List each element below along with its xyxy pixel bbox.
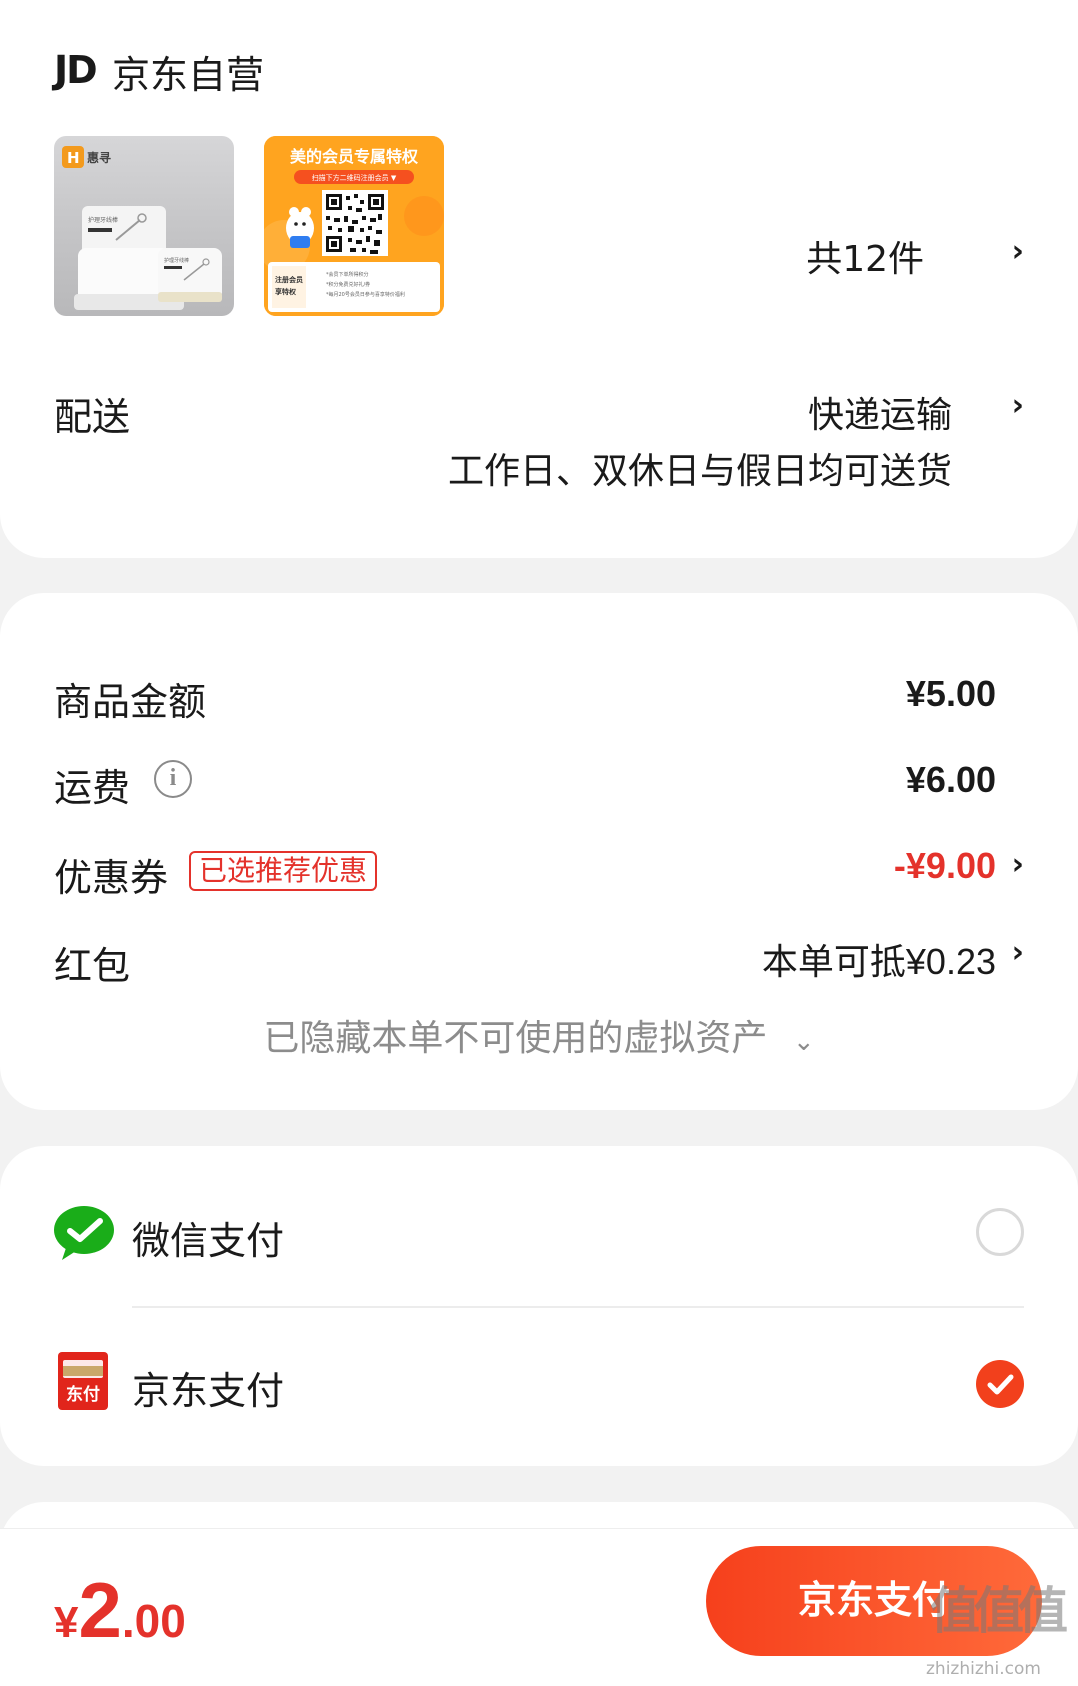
coupon-recommended-badge: 已选推荐优惠 — [189, 851, 378, 891]
red-packet-value[interactable]: 本单可抵¥0.23 — [762, 933, 996, 985]
svg-text:注册会员: 注册会员 — [275, 275, 303, 284]
coupon-value[interactable]: -¥9.00 — [894, 845, 996, 887]
payment-method-card: 微信支付 东付 京东支付 — [0, 1146, 1078, 1466]
chevron-right-icon[interactable]: › — [1012, 935, 1024, 970]
hidden-assets-text: 已隐藏本单不可使用的虚拟资产 — [263, 1018, 768, 1059]
svg-text:护理牙线棒: 护理牙线棒 — [88, 216, 118, 224]
svg-text:*积分免费兑好礼/券: *积分免费兑好礼/券 — [326, 281, 370, 288]
svg-text:东付: 东付 — [66, 1384, 100, 1405]
svg-text:美的会员专属特权: 美的会员专属特权 — [290, 147, 419, 166]
total-decimal: .00 — [121, 1595, 186, 1647]
hidden-assets-toggle[interactable]: 已隐藏本单不可使用的虚拟资产 ⌄ — [0, 1009, 1078, 1061]
wechat-pay-icon — [54, 1204, 114, 1260]
store-card: JD 京东自营 H 惠寻 护理牙线棒 护理牙线棒 美的会员专属特权 扫描下方二维… — [0, 0, 1078, 558]
product-thumb-2[interactable]: 美的会员专属特权 扫描下方二维码注册会员 ▼ 注册会员 享特权 *会员下单所得积… — [264, 136, 444, 316]
price-summary-card: 商品金额 ¥5.00 运费 i ¥6.00 优惠券 已选推荐优惠 -¥9.00 … — [0, 593, 1078, 1110]
svg-text:扫描下方二维码注册会员 ▼: 扫描下方二维码注册会员 ▼ — [312, 173, 397, 182]
svg-text:H: H — [67, 149, 80, 167]
total-integer: 2 — [78, 1566, 122, 1654]
product-photo-boxes: H 惠寻 护理牙线棒 护理牙线棒 — [62, 146, 222, 310]
brand-text: 惠寻 — [87, 150, 111, 165]
delivery-note: 工作日、双休日与假日均可送货 — [447, 451, 952, 492]
wechat-pay-radio[interactable] — [976, 1208, 1024, 1256]
svg-text:*会员下单所得积分: *会员下单所得积分 — [326, 271, 369, 278]
jd-pay-label[interactable]: 京东支付 — [132, 1360, 284, 1415]
jd-pay-icon: 东付 — [58, 1352, 108, 1410]
watermark-logo: 值值值 — [930, 1582, 1068, 1640]
chevron-right-icon[interactable]: › — [1012, 847, 1024, 882]
items-count[interactable]: 共12件 — [806, 230, 924, 282]
info-icon[interactable]: i — [154, 760, 192, 798]
svg-text:享特权: 享特权 — [275, 287, 297, 296]
coupon-label: 优惠券 — [54, 856, 169, 900]
wechat-pay-label[interactable]: 微信支付 — [132, 1210, 284, 1265]
red-packet-label: 红包 — [54, 944, 131, 988]
checkmark-icon — [987, 1374, 1014, 1395]
product-thumb-1[interactable]: H 惠寻 护理牙线棒 护理牙线棒 — [54, 136, 234, 316]
goods-amount-value: ¥5.00 — [905, 673, 996, 714]
goods-amount-label: 商品金额 — [54, 680, 207, 724]
store-name: 京东自营 — [112, 53, 265, 97]
shipping-fee-value: ¥6.00 — [905, 759, 996, 800]
jd-logo: JD — [54, 48, 98, 92]
checkout-bar: ¥2.00 京东支付 值值值 zhizhizhi.com — [0, 1528, 1078, 1686]
svg-text:*每月20号会员日参与喜享特价福利: *每月20号会员日参与喜享特价福利 — [326, 291, 405, 298]
chevron-right-icon[interactable]: › — [1012, 388, 1024, 423]
chevron-down-icon: ⌄ — [792, 1027, 815, 1057]
membership-card-image: 美的会员专属特权 扫描下方二维码注册会员 ▼ 注册会员 享特权 *会员下单所得积… — [264, 136, 444, 316]
watermark-site: zhizhizhi.com — [926, 1659, 1041, 1679]
divider — [132, 1306, 1024, 1308]
order-total: ¥2.00 — [54, 1565, 186, 1656]
chevron-right-icon[interactable]: › — [1012, 234, 1024, 269]
delivery-label: 配送 — [54, 395, 131, 439]
currency-symbol: ¥ — [54, 1598, 79, 1647]
jd-pay-radio-checked[interactable] — [976, 1360, 1024, 1408]
delivery-method[interactable]: 快递运输 — [808, 386, 952, 438]
shipping-fee-label: 运费 — [54, 766, 131, 810]
svg-text:护理牙线棒: 护理牙线棒 — [164, 257, 189, 264]
